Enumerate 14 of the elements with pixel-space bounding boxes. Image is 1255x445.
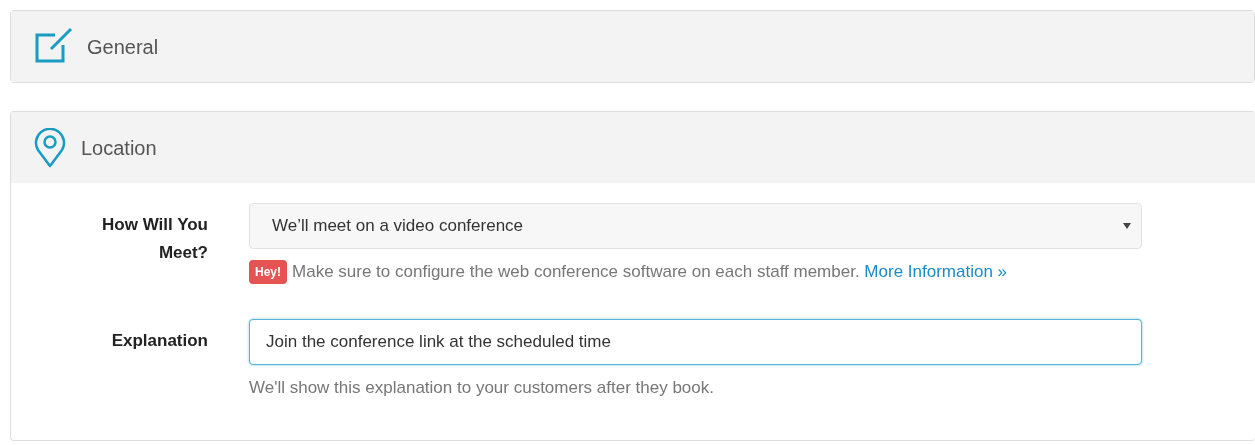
section-header[interactable]: Location xyxy=(11,112,1255,183)
more-information-link[interactable]: More Information » xyxy=(864,262,1008,281)
field-label: How Will You Meet? xyxy=(101,214,208,264)
hey-badge: Hey! xyxy=(249,259,287,284)
section-header[interactable]: General xyxy=(11,11,1254,82)
caret-icon xyxy=(1123,223,1131,229)
section-title: Location xyxy=(81,135,157,161)
help-text: We'll show this explanation to your customers after they book. xyxy=(249,376,714,399)
field-label: Explanation xyxy=(110,329,208,352)
help-text: Make sure to configure the web conference software on each staff member. More Information » xyxy=(292,261,1008,283)
explanation-input[interactable]: Join the conference link at the scheduled time xyxy=(249,318,1142,365)
meeting-type-select[interactable]: We’ll meet on a video conference xyxy=(249,203,1142,249)
section-title: General xyxy=(87,34,159,60)
map-pin-icon xyxy=(33,127,67,168)
